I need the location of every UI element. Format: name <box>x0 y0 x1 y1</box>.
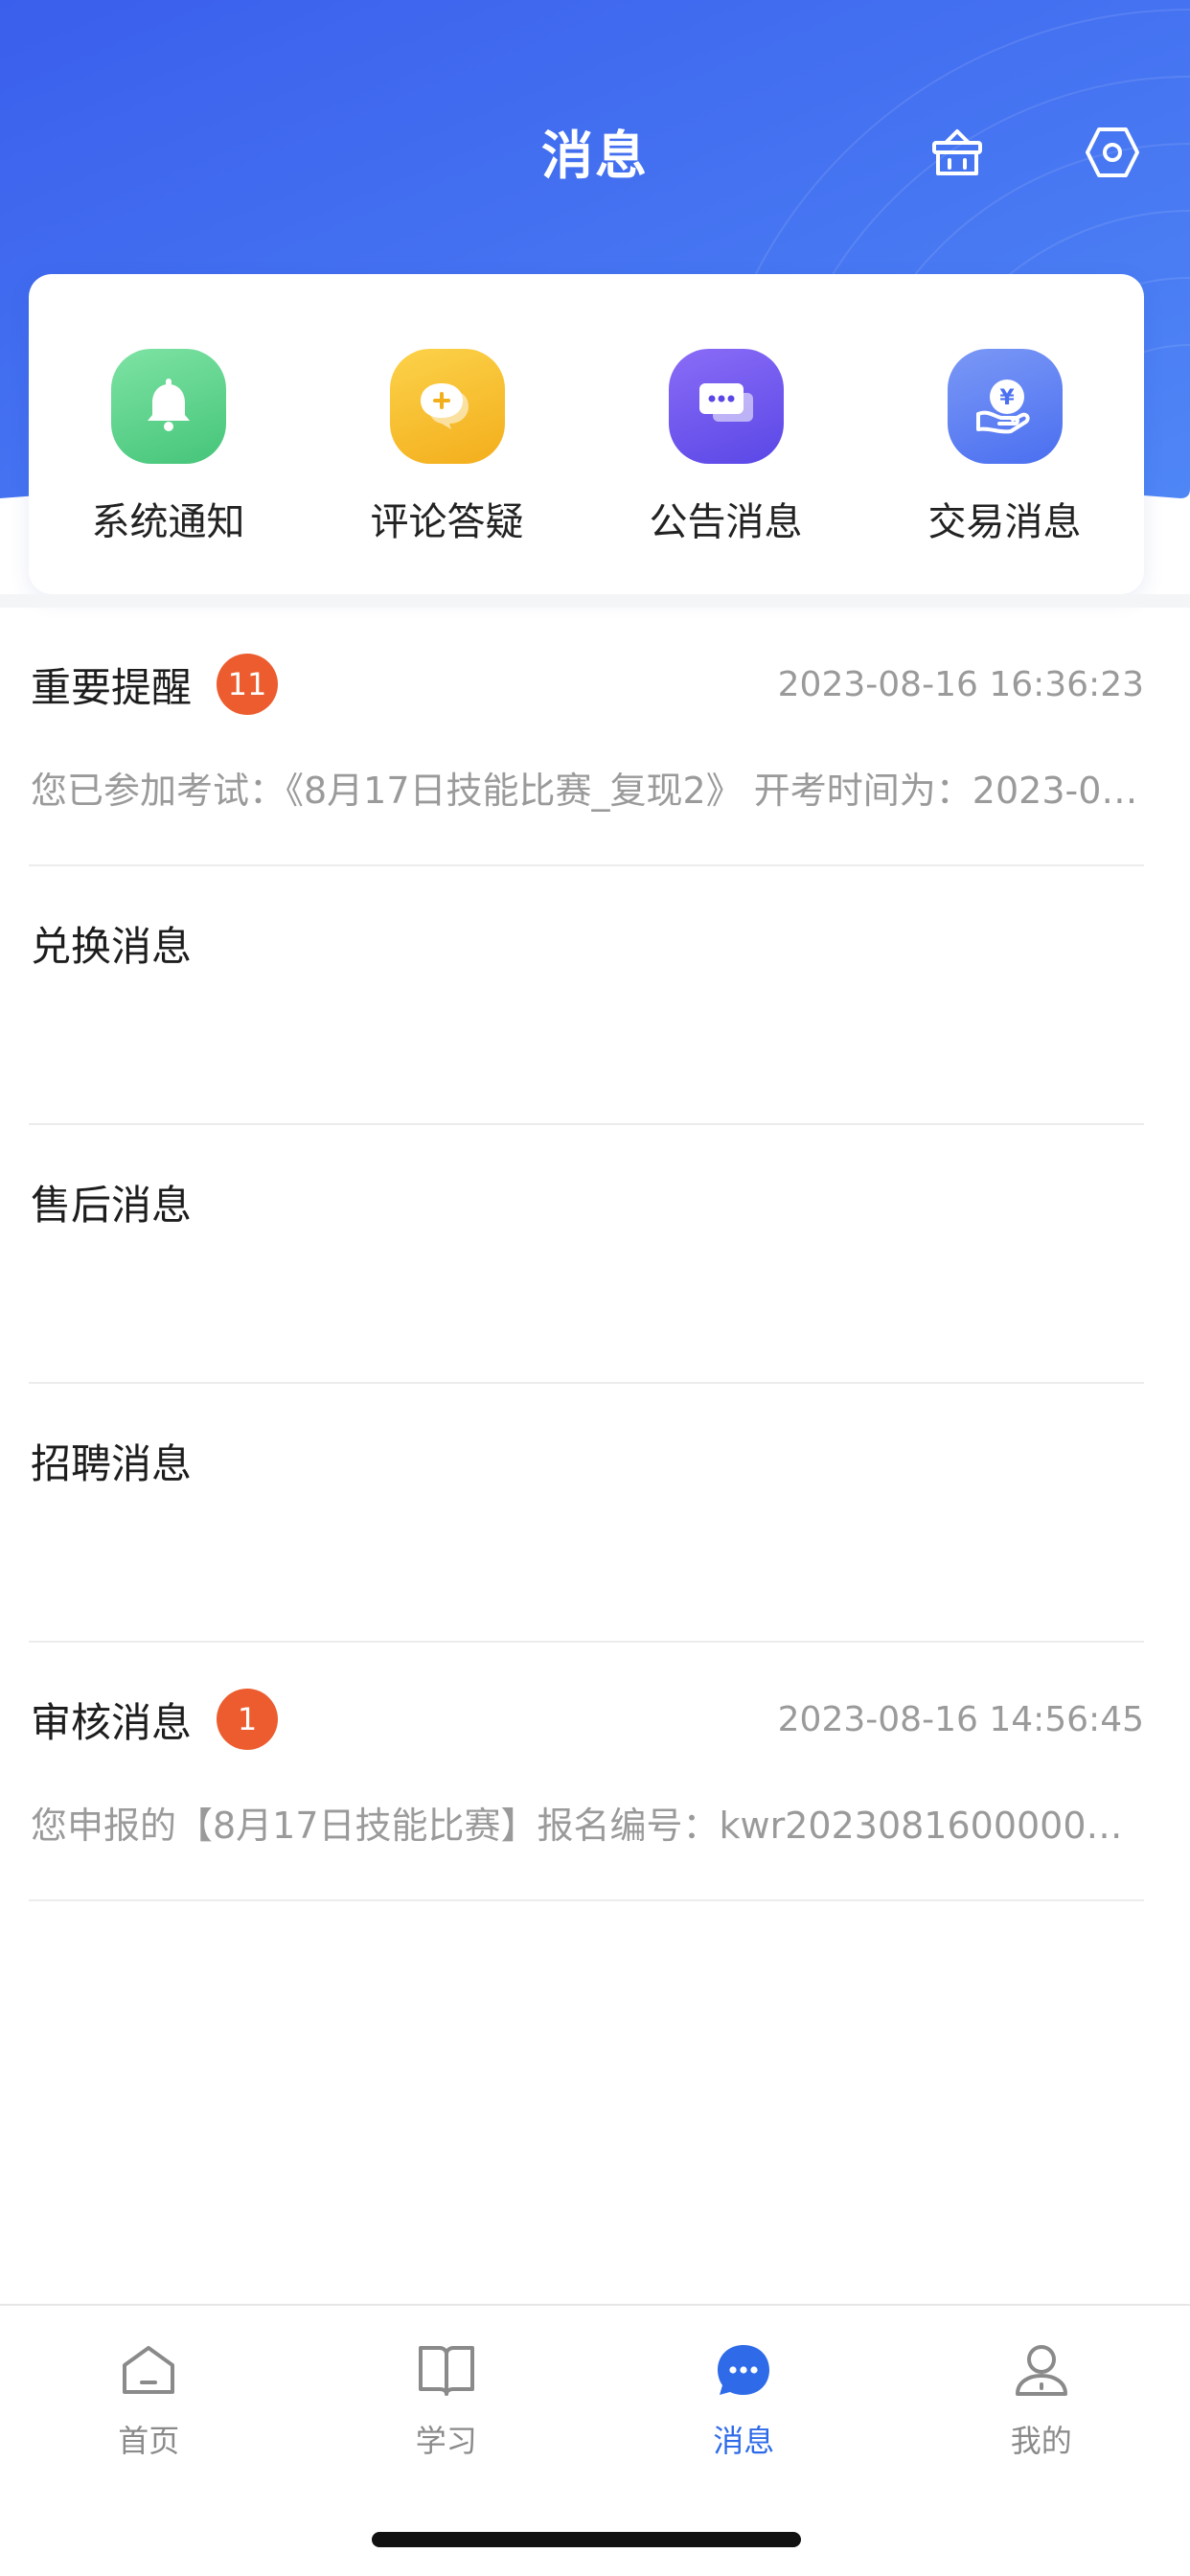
tab-messages[interactable]: 消息 <box>595 2336 893 2461</box>
list-item-exchange[interactable]: 兑换消息 <box>29 866 1144 1125</box>
home-icon <box>115 2336 182 2404</box>
book-icon <box>413 2336 480 2404</box>
message-header: 招聘消息 <box>31 1422 1144 1499</box>
comment-bubble-icon <box>389 349 505 464</box>
bell-icon <box>110 349 226 464</box>
tab-label: 学习 <box>415 2423 477 2459</box>
list-item-recruitment[interactable]: 招聘消息 <box>29 1384 1144 1643</box>
section-divider <box>0 594 1190 608</box>
tab-home[interactable]: 首页 <box>0 2336 298 2461</box>
unread-badge: 11 <box>217 654 279 715</box>
svg-text:¥: ¥ <box>999 386 1015 410</box>
category-label: 评论答疑 <box>370 500 524 544</box>
tab-profile[interactable]: 我的 <box>893 2336 1190 2461</box>
shopping-basket-icon[interactable] <box>926 121 989 184</box>
message-time: 2023-08-16 16:36:23 <box>777 664 1144 704</box>
category-comments[interactable]: 评论答疑 <box>308 274 586 594</box>
announcement-chat-icon <box>668 349 784 464</box>
tab-study[interactable]: 学习 <box>298 2336 596 2461</box>
category-label: 公告消息 <box>649 500 803 544</box>
message-time: 2023-08-16 14:56:45 <box>777 1699 1144 1739</box>
message-title: 重要提醒 <box>31 663 193 711</box>
settings-hexagon-icon[interactable] <box>1081 121 1144 184</box>
message-title: 售后消息 <box>31 1181 193 1229</box>
message-bubble-icon <box>710 2336 777 2404</box>
messages-screen: 消息 系统通知 评论答疑 公告消息 ¥ 交易消息 重要提醒 11 2023-08… <box>0 0 1190 2576</box>
category-transactions[interactable]: ¥ 交易消息 <box>865 274 1144 594</box>
yuan-hand-icon: ¥ <box>947 349 1063 464</box>
home-indicator[interactable] <box>372 2532 801 2547</box>
message-title: 招聘消息 <box>31 1439 193 1487</box>
tab-label: 我的 <box>1010 2423 1072 2459</box>
message-title: 审核消息 <box>31 1698 193 1746</box>
message-header: 重要提醒 11 2023-08-16 16:36:23 <box>31 646 1144 723</box>
message-preview: 您申报的【8月17日技能比赛】报名编号：kwr20230816000000001 <box>31 1805 1142 1847</box>
tab-bar: 首页 学习 消息 我的 <box>0 2304 1190 2576</box>
unread-badge: 1 <box>217 1689 279 1750</box>
category-card: 系统通知 评论答疑 公告消息 ¥ 交易消息 <box>29 274 1144 594</box>
page-title: 消息 <box>541 126 649 186</box>
tab-label: 首页 <box>118 2423 180 2459</box>
message-header: 兑换消息 <box>31 905 1144 981</box>
message-title: 兑换消息 <box>31 922 193 970</box>
tab-label: 消息 <box>713 2423 775 2459</box>
list-item-important-reminder[interactable]: 重要提醒 11 2023-08-16 16:36:23 您已参加考试：《8月17… <box>29 608 1144 866</box>
user-icon <box>1008 2336 1075 2404</box>
list-item-review[interactable]: 审核消息 1 2023-08-16 14:56:45 您申报的【8月17日技能比… <box>29 1643 1144 1901</box>
category-system-notice[interactable]: 系统通知 <box>29 274 308 594</box>
category-label: 系统通知 <box>91 500 245 544</box>
message-list: 重要提醒 11 2023-08-16 16:36:23 您已参加考试：《8月17… <box>29 608 1144 1901</box>
message-header: 审核消息 1 2023-08-16 14:56:45 <box>31 1681 1144 1758</box>
category-label: 交易消息 <box>927 500 1082 544</box>
category-announcements[interactable]: 公告消息 <box>586 274 865 594</box>
list-item-after-sales[interactable]: 售后消息 <box>29 1125 1144 1384</box>
message-header: 售后消息 <box>31 1163 1144 1240</box>
message-preview: 您已参加考试：《8月17日技能比赛_复现2》 开考时间为：2023-08-17 … <box>31 770 1142 812</box>
